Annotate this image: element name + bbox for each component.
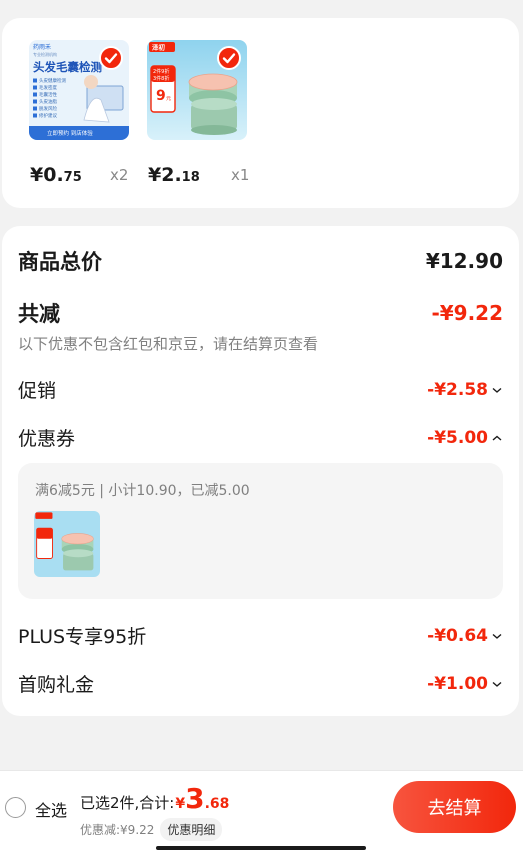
product-1-brand-text: 药雨禾 — [33, 43, 51, 51]
total-reduction-label: 共减 — [18, 302, 60, 326]
product-1-bullet: 头皮健康检测 — [39, 77, 66, 84]
first-purchase-gift-row[interactable]: 首购礼金 -¥1.00 — [18, 670, 503, 697]
promotion-row[interactable]: 促销 -¥2.58 — [18, 376, 503, 403]
home-indicator — [156, 846, 366, 850]
chevron-down-icon — [492, 387, 502, 393]
total-amount-int: 3 — [185, 782, 205, 815]
selected-count-text: 已选2件,合计: — [80, 794, 175, 812]
coupon-label: 优惠券 — [18, 428, 76, 450]
promotion-value-wrap: -¥2.58 — [427, 380, 503, 400]
chevron-up-icon — [492, 435, 502, 441]
plus-discount-value: -¥0.64 — [427, 625, 488, 646]
product-2-promo-top: 2件9折 — [153, 68, 169, 75]
checkout-button[interactable]: 去结算 — [393, 781, 516, 833]
product-2-promo-mid: 3件8折 — [153, 75, 169, 82]
discount-line: 优惠减:¥9.22 优惠明细 — [80, 818, 223, 841]
coupon-row[interactable]: 优惠券 -¥5.00 — [18, 424, 503, 451]
product-image-cream-jar[interactable]: 泽初 2件9折 3件8折 9 元 — [147, 40, 247, 140]
goods-total-value: ¥12.90 — [425, 249, 503, 273]
select-all-radio[interactable] — [5, 797, 26, 818]
product-1-bullet: 毛发密度 — [39, 84, 57, 91]
total-yen: ¥ — [175, 796, 186, 812]
coupon-detail-text: 满6减5元 | 小计10.90，已减5.00 — [35, 483, 250, 499]
product-2-promo-unit: 元 — [166, 96, 171, 102]
coupon-value: -¥5.00 — [427, 427, 488, 448]
total-reduction-value: -¥9.22 — [431, 301, 503, 325]
goods-total-row: 商品总价 ¥12.90 — [18, 246, 503, 276]
product-2-quantity: x1 — [231, 166, 250, 184]
total-reduction-row: 共减 -¥9.22 — [18, 298, 503, 328]
chevron-down-icon — [492, 681, 502, 687]
product-1-price: ¥0.75 — [30, 164, 82, 186]
product-1-bullet: 头皮油脂 — [39, 98, 57, 105]
first-purchase-gift-value-wrap: -¥1.00 — [427, 674, 503, 694]
product-2-brand-text: 泽初 — [152, 43, 166, 52]
coupon-product-thumbnail-art — [34, 511, 100, 577]
product-2-price-dec: 18 — [181, 170, 200, 185]
product-2-price-int: ¥2. — [148, 164, 182, 186]
product-1-bullet: 修护建议 — [39, 112, 57, 119]
first-purchase-gift-label: 首购礼金 — [18, 674, 95, 696]
checkout-bar: 全选 已选2件,合计: ¥ 3 .68 优惠减:¥9.22 优惠明细 去结算 — [0, 770, 523, 850]
product-image-hair-test[interactable]: 药雨禾 专业检测机构 头发毛囊检测 头皮健康检测 毛发密度 毛囊活性 头皮油脂 … — [29, 40, 129, 140]
product-2-price: ¥2.18 — [148, 164, 200, 186]
plus-discount-label: PLUS专享95折 — [18, 626, 147, 648]
promotion-value: -¥2.58 — [427, 379, 488, 400]
product-1-price-int: ¥0. — [30, 164, 64, 186]
select-all-label[interactable]: 全选 — [35, 797, 67, 821]
coupon-value-wrap: -¥5.00 — [427, 428, 503, 448]
first-purchase-gift-value: -¥1.00 — [427, 673, 488, 694]
chevron-down-icon — [492, 633, 502, 639]
product-1-price-dec: 75 — [63, 170, 82, 185]
product-1-bullet: 脱发风险 — [39, 105, 57, 112]
total-line: 已选2件,合计: ¥ 3 .68 — [80, 785, 229, 813]
reduction-note: 以下优惠不包含红包和京豆，请在结算页查看 — [18, 335, 319, 353]
total-amount-dec: .68 — [204, 796, 230, 812]
promotion-label: 促销 — [18, 380, 57, 402]
coupon-product-thumbnail[interactable] — [34, 511, 100, 577]
price-summary-card: 商品总价 ¥12.90 共减 -¥9.22 以下优惠不包含红包和京豆，请在结算页… — [2, 226, 519, 716]
product-1-footer-text: 立即预约 到店体验 — [47, 129, 93, 137]
goods-total-label: 商品总价 — [18, 250, 102, 274]
product-1-sub-text: 专业检测机构 — [33, 51, 57, 57]
discount-detail-button[interactable]: 优惠明细 — [160, 818, 223, 841]
selected-check-icon[interactable] — [217, 46, 241, 70]
selected-check-icon[interactable] — [99, 46, 123, 70]
selected-products-card: 药雨禾 专业检测机构 头发毛囊检测 头皮健康检测 毛发密度 毛囊活性 头皮油脂 … — [2, 18, 519, 208]
discount-amount-text: 优惠减:¥9.22 — [80, 823, 155, 837]
coupon-detail-panel: 满6减5元 | 小计10.90，已减5.00 — [18, 463, 503, 599]
product-1-bullet: 毛囊活性 — [39, 91, 57, 98]
product-1-quantity: x2 — [110, 166, 129, 184]
product-2-promo-big: 9 — [156, 88, 166, 104]
product-1-headline-text: 头发毛囊检测 — [33, 60, 102, 74]
plus-discount-row[interactable]: PLUS专享95折 -¥0.64 — [18, 622, 503, 649]
plus-discount-value-wrap: -¥0.64 — [427, 626, 503, 646]
